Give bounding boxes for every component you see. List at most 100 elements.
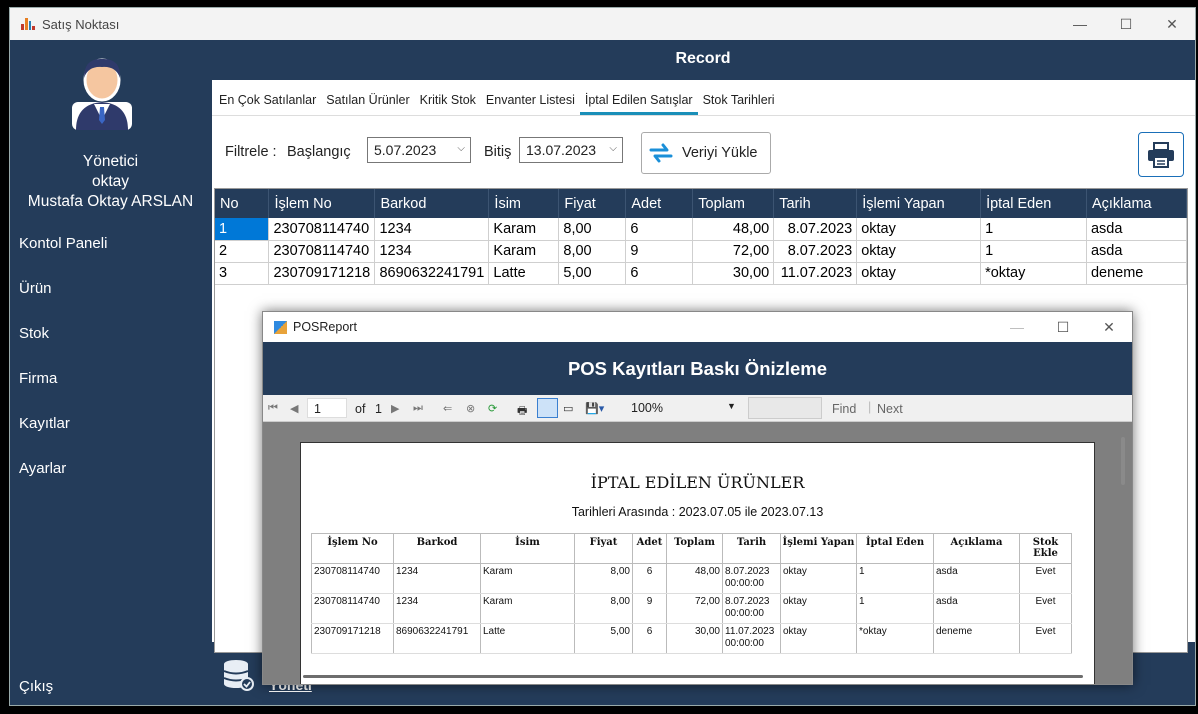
table-row[interactable]: 2 230708114740 1234 Karam 8,00 9 72,00 8… [215, 240, 1188, 263]
last-page-icon[interactable]: ⏭ [413, 402, 423, 415]
col-iptal-eden[interactable]: İptal Eden [980, 189, 1087, 218]
tab-iptal-edilen-satislar[interactable]: İptal Edilen Satışlar [579, 80, 698, 115]
tab-en-cok-satilanlar[interactable]: En Çok Satılanlar [214, 80, 321, 115]
logout-button[interactable]: Çıkış [19, 678, 53, 695]
cell[interactable]: 230708114740 [268, 240, 376, 263]
end-date-picker[interactable]: 13.07.2023 ⌵ [519, 137, 623, 163]
cell[interactable]: *oktay [980, 262, 1087, 285]
print-icon[interactable]: 🖶 [517, 402, 527, 421]
zoom-select[interactable]: 100% [625, 398, 737, 418]
tab-kritik-stok[interactable]: Kritik Stok [415, 80, 481, 115]
col-isim[interactable]: İsim [488, 189, 560, 218]
cell[interactable]: 8690632241791 [374, 262, 490, 285]
cell[interactable]: asda [1086, 218, 1188, 241]
tab-stok-tarihleri[interactable]: Stok Tarihleri [698, 80, 780, 115]
maximize-button[interactable]: ☐ [1103, 8, 1149, 40]
nav-ayarlar[interactable]: Ayarlar [19, 460, 66, 477]
cell[interactable]: 6 [625, 262, 694, 285]
find-input[interactable] [748, 397, 822, 419]
nav-kayitlar[interactable]: Kayıtlar [19, 415, 70, 432]
cell[interactable]: Karam [488, 240, 560, 263]
nav-urun[interactable]: Ürün [19, 280, 52, 297]
cell[interactable]: 9 [625, 240, 694, 263]
tab-satilan-urunler[interactable]: Satılan Ürünler [321, 80, 414, 115]
start-date-picker[interactable]: 5.07.2023 ⌵ [367, 137, 471, 163]
report-minimize-button[interactable]: — [994, 312, 1040, 342]
page-number-input[interactable]: 1 [307, 398, 347, 418]
col-tarih[interactable]: Tarih [773, 189, 858, 218]
load-data-button[interactable]: Veriyi Yükle [641, 132, 771, 174]
export-icon[interactable]: 💾▾ [585, 402, 604, 415]
col-no[interactable]: No [215, 189, 270, 218]
col-aciklama[interactable]: Açıklama [1086, 189, 1188, 218]
col-barkod[interactable]: Barkod [374, 189, 490, 218]
tab-envanter-listesi[interactable]: Envanter Listesi [481, 80, 580, 115]
close-button[interactable]: ✕ [1149, 8, 1195, 40]
col-fiyat[interactable]: Fiyat [558, 189, 627, 218]
horizontal-scrollbar[interactable] [303, 675, 1083, 678]
table-row[interactable]: 3 230709171218 8690632241791 Latte 5,00 … [215, 262, 1188, 285]
cell[interactable]: deneme [1086, 262, 1188, 285]
page-setup-icon[interactable]: ▭ [563, 402, 573, 415]
col-islemi-yapan[interactable]: İşlemi Yapan [856, 189, 982, 218]
cell[interactable]: 5,00 [558, 262, 627, 285]
cell[interactable]: oktay [856, 262, 982, 285]
cell[interactable]: oktay [856, 218, 982, 241]
nav-kontrol-paneli[interactable]: Kontol Paneli [19, 235, 107, 252]
report-preview-area[interactable]: İPTAL EDİLEN ÜRÜNLER Tarihleri Arasında … [263, 422, 1132, 684]
stop-icon[interactable]: ⊗ [466, 402, 475, 415]
report-page: İPTAL EDİLEN ÜRÜNLER Tarihleri Arasında … [300, 442, 1095, 684]
cell[interactable]: 1 [215, 218, 270, 241]
cell[interactable]: 230708114740 [268, 218, 376, 241]
back-icon[interactable]: ⇐ [443, 402, 452, 415]
col-islem-no[interactable]: İşlem No [268, 189, 376, 218]
next-page-icon[interactable]: ▶ [391, 402, 399, 415]
cell[interactable]: 2 [215, 240, 270, 263]
cell[interactable]: Karam [488, 218, 560, 241]
table-row[interactable]: 1 230708114740 1234 Karam 8,00 6 48,00 8… [215, 218, 1188, 241]
cell[interactable]: 1234 [374, 240, 490, 263]
doc-cell: asda [933, 593, 1020, 624]
database-icon[interactable] [221, 658, 255, 697]
minimize-button[interactable]: — [1057, 8, 1103, 40]
document-subtitle: Tarihleri Arasında : 2023.07.05 ile 2023… [571, 505, 824, 519]
cell[interactable]: 8,00 [558, 218, 627, 241]
cell[interactable]: 11.07.2023 [773, 262, 858, 285]
cell[interactable]: 8.07.2023 [773, 240, 858, 263]
first-page-icon[interactable]: ⏮ [268, 402, 278, 415]
report-maximize-button[interactable]: ☐ [1040, 312, 1086, 342]
cell[interactable]: 30,00 [692, 262, 775, 285]
cell[interactable]: Latte [488, 262, 560, 285]
cell[interactable]: 48,00 [692, 218, 775, 241]
refresh-report-icon[interactable]: ⟳ [488, 402, 497, 415]
document-row: 230708114740 1234 Karam 8,00 9 72,00 8.0… [311, 593, 1072, 624]
cell[interactable]: 1 [980, 240, 1087, 263]
report-close-button[interactable]: ✕ [1086, 312, 1132, 342]
cell[interactable]: 8.07.2023 [773, 218, 858, 241]
print-layout-icon[interactable] [537, 398, 558, 418]
next-button[interactable]: Next [877, 402, 903, 416]
nav-stok[interactable]: Stok [19, 325, 49, 342]
cell[interactable]: 3 [215, 262, 270, 285]
cell[interactable]: 8,00 [558, 240, 627, 263]
cell[interactable]: asda [1086, 240, 1188, 263]
report-toolbar: ⏮ ◀ 1 of 1 ▶ ⏭ ⇐ ⊗ ⟳ 🖶 ▭ 💾▾ 100% ▼ Find … [263, 395, 1132, 422]
cell[interactable]: 6 [625, 218, 694, 241]
find-button[interactable]: Find [832, 402, 856, 416]
doc-cell: 1234 [393, 563, 481, 594]
vertical-scrollbar[interactable] [1121, 437, 1125, 485]
doc-col: Tarih [722, 533, 781, 564]
cell[interactable]: 1 [980, 218, 1087, 241]
doc-cell: *oktay [856, 623, 934, 654]
col-toplam[interactable]: Toplam [692, 189, 775, 218]
cell[interactable]: 230709171218 [268, 262, 376, 285]
doc-cell: 230709171218 [311, 623, 394, 654]
prev-page-icon[interactable]: ◀ [290, 402, 298, 415]
cell[interactable]: 72,00 [692, 240, 775, 263]
doc-cell: 230708114740 [311, 563, 394, 594]
cell[interactable]: 1234 [374, 218, 490, 241]
col-adet[interactable]: Adet [625, 189, 694, 218]
cell[interactable]: oktay [856, 240, 982, 263]
nav-firma[interactable]: Firma [19, 370, 57, 387]
print-button[interactable] [1138, 132, 1184, 177]
